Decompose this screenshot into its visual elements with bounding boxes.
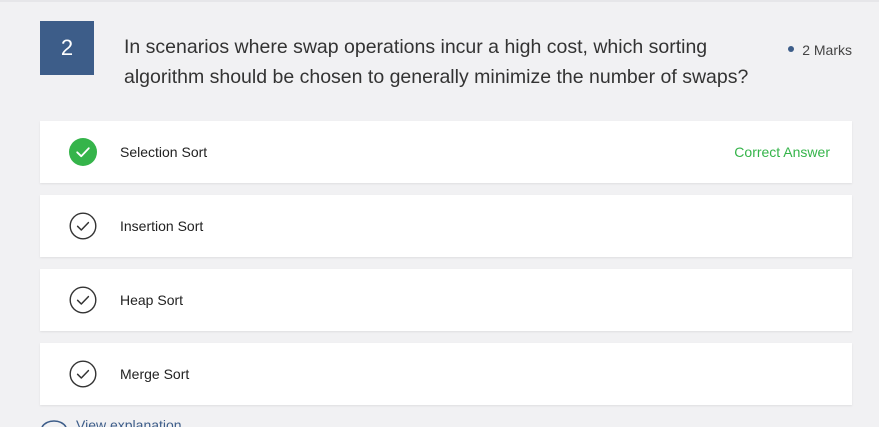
question-page: 2 In scenarios where swap operations inc… — [0, 0, 879, 427]
option-insertion-sort[interactable]: Insertion Sort — [40, 195, 852, 257]
option-label: Heap Sort — [120, 292, 184, 308]
top-divider — [0, 0, 879, 2]
question-text: In scenarios where swap operations incur… — [124, 36, 749, 88]
check-outline-icon — [69, 360, 97, 388]
check-outline-icon — [69, 212, 97, 240]
option-label: Insertion Sort — [120, 218, 204, 234]
option-label: Selection Sort — [120, 144, 208, 160]
check-filled-icon — [69, 138, 97, 166]
bullet-icon — [788, 46, 795, 53]
question-number-badge: 2 — [40, 21, 94, 75]
option-merge-sort[interactable]: Merge Sort — [40, 343, 852, 405]
view-explanation-link[interactable]: View explanation — [40, 417, 182, 427]
check-outline-icon — [69, 286, 97, 314]
option-heap-sort[interactable]: Heap Sort — [40, 269, 852, 331]
marks-label: 2 Marks — [802, 42, 852, 58]
correct-answer-badge: Correct Answer — [734, 144, 830, 160]
answer-options: Selection Sort Correct Answer Insertion … — [40, 121, 852, 417]
view-explanation-label: View explanation — [76, 417, 182, 427]
eye-icon — [41, 420, 67, 427]
option-selection-sort[interactable]: Selection Sort Correct Answer — [40, 121, 852, 183]
marks-indicator: 2 Marks — [788, 42, 852, 58]
option-label: Merge Sort — [120, 366, 190, 382]
